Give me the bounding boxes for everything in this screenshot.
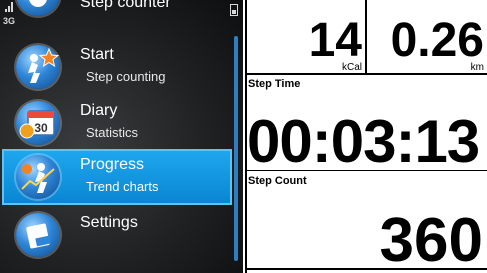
menu-item-diary[interactable]: 30 Diary Statistics [2, 95, 232, 151]
step-count-label: Step Count [248, 175, 307, 187]
divider [245, 73, 487, 75]
runner-trend-icon [16, 155, 60, 199]
menu-item-title: Progress [80, 156, 145, 173]
menu-item-start[interactable]: Start Step counting [2, 39, 232, 95]
stats-panel: 14 kCal 0.26 km Step Time 00:03:13 Step … [243, 0, 487, 273]
menu-item-subtitle: Step counting [86, 69, 166, 84]
menu-item-title: Start [80, 46, 114, 63]
menu-panel: 3G Step counter Start Step counting 30 D… [0, 0, 243, 273]
app-title: Step counter [80, 0, 171, 11]
calories-unit: kCal [341, 62, 362, 73]
menu-header-step-counter: Step counter [2, 0, 232, 22]
step-count-value: 360 [379, 206, 483, 273]
settings-card-icon [16, 213, 60, 257]
menu-item-subtitle: Statistics [86, 125, 139, 140]
step-time-label: Step Time [248, 78, 301, 90]
menu-item-progress[interactable]: Progress Trend charts [2, 149, 232, 205]
calories-value: 14 [308, 14, 362, 67]
runner-star-icon [16, 45, 60, 89]
calendar-30-icon: 30 [16, 101, 60, 145]
menu-item-title: Settings [80, 214, 138, 231]
divider [365, 0, 367, 74]
distance-unit: km [470, 62, 484, 73]
calendar-day: 30 [34, 121, 48, 135]
menu-item-title: Diary [80, 102, 118, 119]
menu-scrollbar[interactable] [234, 36, 238, 261]
step-counter-icon [16, 0, 60, 16]
step-time-value: 00:03:13 [247, 108, 480, 175]
distance-value: 0.26 [390, 14, 484, 67]
menu-item-subtitle: Trend charts [86, 179, 159, 194]
menu-item-settings[interactable]: Settings [2, 207, 232, 263]
